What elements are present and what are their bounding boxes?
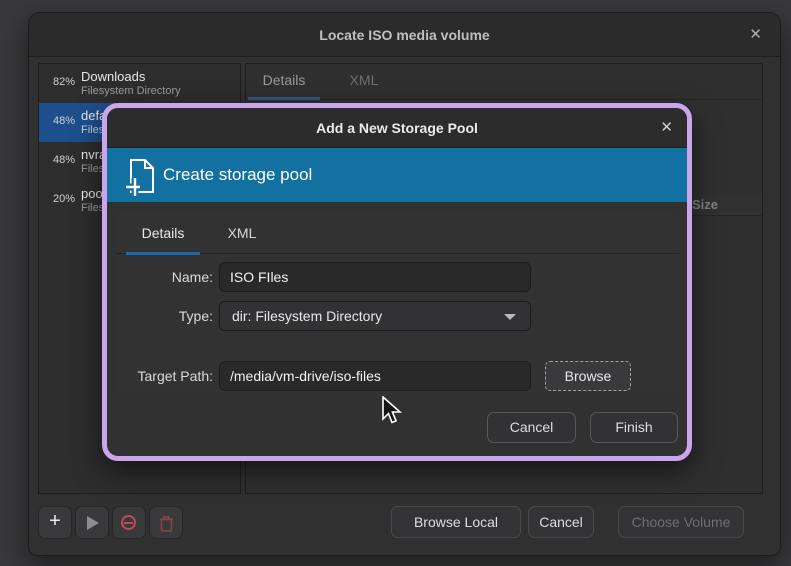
dialog-tab-xml-label: XML (228, 225, 257, 241)
dialog-tab-xml[interactable]: XML (219, 218, 265, 251)
dialog-banner: Create storage pool (107, 148, 687, 202)
name-row: Name: (115, 262, 679, 292)
banner-title: Create storage pool (163, 148, 312, 202)
tab-details[interactable]: Details (246, 64, 322, 97)
name-input[interactable] (219, 262, 531, 292)
dialog-cancel-button[interactable]: Cancel (487, 412, 576, 443)
target-path-input[interactable] (219, 361, 531, 391)
type-label: Type: (115, 301, 213, 331)
new-document-icon (122, 157, 160, 197)
type-dropdown-value: dir: Filesystem Directory (232, 302, 382, 330)
dialog-close-icon[interactable]: ✕ (660, 120, 673, 135)
dialog-tabstrip: Details XML (115, 212, 679, 254)
tab-xml[interactable]: XML (342, 64, 386, 97)
play-icon (87, 516, 99, 530)
dialog-tab-active-underline (126, 252, 200, 255)
delete-pool-button[interactable] (149, 506, 183, 539)
plus-icon: + (39, 507, 71, 536)
target-path-row: Target Path: Browse (115, 361, 679, 391)
trash-icon (159, 515, 174, 532)
add-pool-button[interactable]: + (38, 506, 72, 539)
browse-button[interactable]: Browse (545, 361, 631, 391)
add-storage-pool-dialog: Add a New Storage Pool ✕ Create storage … (102, 103, 692, 461)
pool-usage-percent: 82% (43, 76, 75, 88)
tab-xml-label: XML (350, 72, 379, 88)
browse-local-button[interactable]: Browse Local (391, 506, 521, 538)
name-label: Name: (115, 262, 213, 292)
dialog-finish-button[interactable]: Finish (590, 412, 678, 443)
pool-name: Downloads (81, 69, 145, 84)
pool-usage-percent: 48% (43, 154, 75, 166)
start-pool-button[interactable] (75, 506, 109, 539)
window-close-icon[interactable]: ✕ (749, 27, 762, 42)
target-path-label: Target Path: (115, 361, 213, 391)
tab-active-underline (248, 97, 320, 100)
choose-volume-button: Choose Volume (618, 506, 744, 538)
stop-pool-button[interactable] (112, 506, 146, 539)
stop-circle-icon (121, 515, 136, 530)
pool-detail-tabstrip: Details XML (246, 64, 762, 100)
pool-row-downloads[interactable]: 82% Downloads Filesystem Directory (39, 64, 240, 103)
pool-usage-percent: 48% (43, 115, 75, 127)
pool-type: Filesystem Directory (81, 85, 181, 97)
window-title: Locate ISO media volume (29, 13, 780, 57)
dialog-titlebar[interactable]: Add a New Storage Pool (107, 108, 687, 148)
volume-size-column-header: Size (692, 197, 718, 212)
dialog-notebook: Details XML Name: Type: dir: Filesystem … (115, 212, 679, 398)
pool-usage-percent: 20% (43, 193, 75, 205)
type-row: Type: dir: Filesystem Directory (115, 301, 679, 331)
chevron-down-icon (504, 314, 516, 320)
main-cancel-button[interactable]: Cancel (528, 506, 594, 538)
tab-details-label: Details (263, 72, 306, 88)
dialog-tab-details[interactable]: Details (126, 218, 200, 251)
window-titlebar[interactable]: Locate ISO media volume (29, 13, 780, 57)
type-dropdown[interactable]: dir: Filesystem Directory (219, 301, 531, 331)
dialog-title: Add a New Storage Pool (107, 108, 687, 148)
dialog-tab-details-label: Details (142, 225, 185, 241)
